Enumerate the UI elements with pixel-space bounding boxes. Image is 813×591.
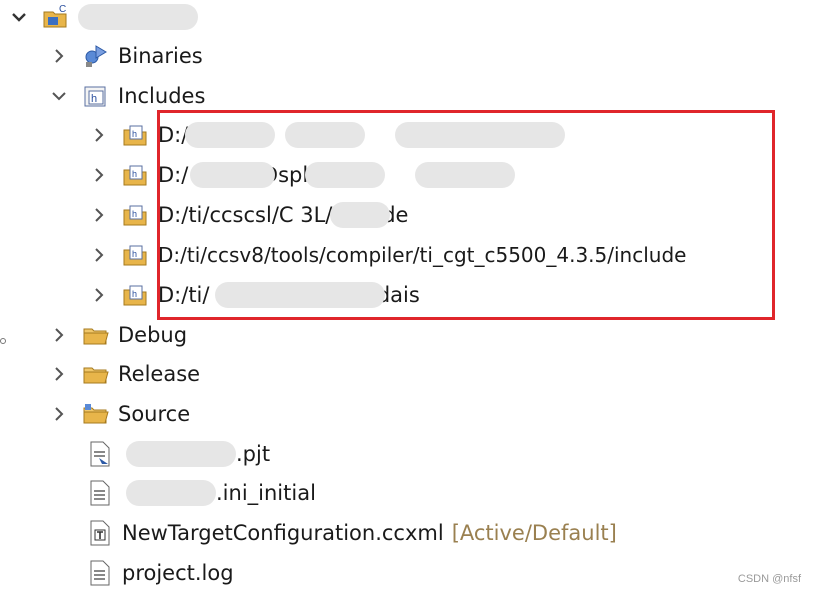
svg-text:h: h — [132, 249, 137, 259]
chevron-right-icon[interactable] — [90, 158, 108, 192]
active-status-label: [Active/Default] — [451, 521, 617, 545]
redacted-file-name — [126, 480, 216, 506]
tree-item-pjt-file[interactable]: .pjt — [86, 437, 270, 471]
tree-item-includes[interactable]: h Includes — [50, 79, 205, 113]
tree-item-label: project.log — [122, 561, 234, 585]
tree-item-binaries[interactable]: Binaries — [50, 39, 203, 73]
chevron-right-icon[interactable] — [90, 118, 108, 152]
tree-item-label: .ini_initial — [216, 481, 316, 505]
binaries-icon — [82, 42, 110, 70]
text-file-icon — [86, 559, 114, 587]
svg-text:h: h — [132, 129, 137, 139]
chevron-right-icon[interactable] — [50, 397, 68, 431]
redacted-file-name — [126, 441, 236, 467]
svg-text:h: h — [132, 289, 137, 299]
tree-item-release[interactable]: Release — [50, 357, 200, 391]
includes-icon: h — [82, 82, 110, 110]
red-highlight-box — [157, 110, 775, 320]
chevron-right-icon[interactable] — [90, 278, 108, 312]
chevron-right-icon[interactable] — [90, 198, 108, 232]
root-badge: C — [59, 4, 66, 15]
chevron-right-icon[interactable] — [50, 39, 68, 73]
ccs-project-icon: C — [42, 3, 70, 31]
chevron-right-icon[interactable] — [50, 357, 68, 391]
tree-item-ini-file[interactable]: .ini_initial — [86, 476, 316, 510]
tree-item-label: Debug — [118, 323, 188, 347]
chevron-right-icon[interactable] — [90, 238, 108, 272]
svg-text:h: h — [132, 169, 137, 179]
target-config-icon — [86, 519, 114, 547]
chevron-right-icon[interactable] — [50, 318, 68, 352]
watermark: CSDN @nfsf — [737, 573, 801, 585]
include-folder-icon: h — [122, 121, 150, 149]
tree-item-label: .pjt — [236, 442, 271, 466]
folder-icon — [82, 321, 110, 349]
tree-item-label: Binaries — [118, 44, 203, 68]
include-folder-icon: h — [122, 161, 150, 189]
text-file-icon — [86, 479, 114, 507]
include-folder-icon: h — [122, 281, 150, 309]
tree-item-project-log[interactable]: project.log — [86, 556, 234, 590]
redacted-project-name — [78, 4, 198, 30]
include-folder-icon: h — [122, 241, 150, 269]
pjt-file-icon — [86, 440, 114, 468]
tree-item-label: Includes — [118, 84, 206, 108]
tree-item-source[interactable]: Source — [50, 397, 190, 431]
svg-text:h: h — [91, 93, 97, 105]
tree-item-label: Release — [118, 362, 201, 386]
tree-item-label: Source — [118, 402, 191, 426]
source-folder-icon — [82, 400, 110, 428]
chevron-down-icon[interactable] — [50, 79, 68, 113]
tree-root[interactable]: C — [10, 0, 198, 34]
tree-item-label: NewTargetConfiguration.ccxml — [122, 521, 444, 545]
svg-text:h: h — [132, 209, 137, 219]
include-folder-icon: h — [122, 201, 150, 229]
tree-item-target-config[interactable]: NewTargetConfiguration.ccxml [Active/Def… — [86, 516, 617, 550]
tree-item-debug[interactable]: Debug — [50, 318, 187, 352]
sash-handle[interactable] — [0, 338, 6, 344]
folder-icon — [82, 360, 110, 388]
chevron-down-icon[interactable] — [10, 0, 28, 34]
